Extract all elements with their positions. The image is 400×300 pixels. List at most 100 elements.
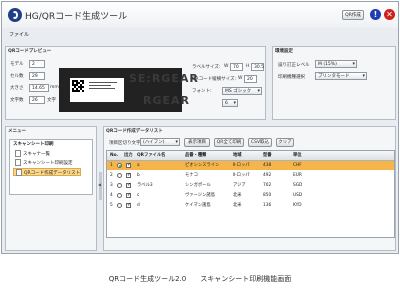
- row-item: シンガポール: [185, 183, 211, 188]
- size-unit: mm: [50, 85, 59, 90]
- chars-unit: 文字: [47, 98, 56, 103]
- output-checkbox[interactable]: [126, 181, 131, 190]
- col-no[interactable]: No.: [110, 151, 118, 160]
- col-filename[interactable]: QRファイル名: [137, 151, 165, 160]
- delimiter-dropdown[interactable]: (ハイフン): [140, 138, 180, 146]
- col-model[interactable]: 型番: [263, 151, 272, 160]
- row-item: ケイマン諸島: [185, 203, 211, 208]
- display-items-button[interactable]: 表示項目: [184, 138, 210, 147]
- size-label: 大きさ: [10, 86, 24, 91]
- table-row[interactable]: 1 a ピオシンスライン Ⅱ-ロッパ 438 CHF: [107, 161, 394, 170]
- close-icon[interactable]: ✕: [384, 9, 395, 20]
- row-unit: CHF: [293, 163, 302, 168]
- environment-title: 環境設定: [275, 49, 293, 54]
- qr-preview-title: QRコードプレビュー: [8, 49, 52, 54]
- document-icon: [15, 159, 21, 166]
- title-bar: HG/QRコード生成ツール QR作成 ! ✕: [2, 2, 398, 28]
- app-title: HG/QRコード生成ツール: [25, 12, 128, 22]
- size-field[interactable]: 14.65: [29, 84, 49, 92]
- ecc-label: 誤り訂正レベル: [278, 63, 310, 68]
- row-select-radio[interactable]: [117, 173, 122, 178]
- info-icon[interactable]: !: [370, 9, 381, 20]
- row-no: 5: [110, 203, 113, 208]
- cell-count-label: セル数: [10, 74, 24, 79]
- row-unit: EUR: [293, 173, 302, 178]
- qr-data-list-title: QRコード作成データリスト: [106, 129, 163, 134]
- cell-count-field[interactable]: 29: [29, 72, 45, 80]
- menu-item-print-settings[interactable]: スキャンシート印刷設定: [15, 159, 73, 167]
- clear-button[interactable]: クリア: [276, 138, 294, 147]
- col-unit[interactable]: 単位: [293, 151, 302, 160]
- qr-size-field[interactable]: 20: [244, 75, 257, 83]
- model-field[interactable]: 2: [29, 60, 45, 68]
- model-label: モデル: [10, 62, 24, 67]
- print-mode-dropdown[interactable]: プリンタモード: [315, 72, 367, 80]
- row-filename: c: [137, 193, 140, 198]
- menu-item-scanner-list[interactable]: スキャナ一覧: [15, 150, 50, 158]
- qr-size-label: QRコード縦横サイズ:: [192, 77, 237, 82]
- table-row[interactable]: 5 d ケイマン諸島 北米 136 KYD: [107, 201, 394, 210]
- menu-file[interactable]: ファイル: [9, 31, 29, 38]
- qr-size-prefix: W: [238, 76, 243, 81]
- preview-ghost-text-2: RGEAR: [143, 94, 190, 107]
- output-checkbox[interactable]: [126, 201, 131, 210]
- row-select-radio[interactable]: [117, 183, 122, 188]
- font-dropdown[interactable]: MS ゴシック: [222, 87, 262, 95]
- menu-list: スキャンシート印刷 スキャナ一覧 スキャンシート印刷設定 QRコード作成データリ…: [9, 139, 93, 195]
- label-size-label: ラベルサイズ:: [192, 65, 221, 70]
- label-w-prefix: W: [224, 64, 229, 69]
- row-item: モナコ: [185, 173, 198, 178]
- row-region: Ⅱ-ロッパ: [233, 173, 250, 178]
- col-item[interactable]: 品番・種類: [185, 151, 206, 160]
- row-model: 702: [263, 183, 272, 188]
- row-no: 1: [110, 163, 113, 168]
- chars-label: 文字数: [10, 98, 24, 103]
- row-region: Ⅱ-ロッパ: [233, 163, 250, 168]
- row-unit: USD: [293, 193, 303, 198]
- row-select-radio[interactable]: [117, 163, 122, 168]
- row-region: 北米: [233, 203, 242, 208]
- label-preview: SE:RGEAR RGEAR: [59, 68, 198, 112]
- chars-field[interactable]: 26: [29, 96, 45, 104]
- font-size-dropdown[interactable]: 6: [222, 99, 238, 107]
- qr-data-table: No. 出力 QRファイル名 品番・種類 地域 型番 単位 1 a ピオシンスライン…: [106, 150, 395, 238]
- ecc-dropdown[interactable]: M (15%): [315, 60, 357, 68]
- row-no: 4: [110, 193, 113, 198]
- menu-item-qr-data-list[interactable]: QRコード作成データリスト: [13, 168, 81, 176]
- row-select-radio[interactable]: [117, 193, 122, 198]
- qr-code-image: [72, 80, 84, 92]
- row-filename: d: [137, 203, 140, 208]
- screenshot-caption: QRコード生成ツール2.0 スキャンシート印刷機能画面: [108, 275, 292, 283]
- preview-label: [70, 78, 124, 102]
- output-checkbox[interactable]: [126, 161, 131, 170]
- environment-panel: 環境設定: [272, 46, 396, 120]
- row-item: ピオシンスライン: [185, 163, 220, 168]
- table-row[interactable]: 2 b モナコ Ⅱ-ロッパ 492 EUR: [107, 171, 394, 180]
- row-select-radio[interactable]: [117, 203, 122, 208]
- row-model: 850: [263, 193, 272, 198]
- generate-qr-button[interactable]: QR作成: [342, 10, 364, 20]
- print-all-qr-button[interactable]: QR全て印刷: [214, 138, 244, 147]
- menu-panel: メニュー スキャンシート印刷 スキャナ一覧 スキャンシート印刷設定 QRコード作…: [5, 126, 97, 251]
- panel-splitter[interactable]: [98, 172, 102, 200]
- row-unit: KYD: [293, 203, 302, 208]
- output-checkbox[interactable]: [126, 191, 131, 200]
- preview-ghost-text-1: SE:RGEAR: [129, 72, 199, 85]
- output-checkbox[interactable]: [126, 171, 131, 180]
- label-width-field[interactable]: 70: [230, 63, 243, 71]
- app-window: HG/QRコード生成ツール QR作成 ! ✕ ファイル QRコードプレビュー モ…: [1, 1, 399, 254]
- row-model: 438: [263, 163, 272, 168]
- row-model: 492: [263, 173, 272, 178]
- table-header: No. 出力 QRファイル名 品番・種類 地域 型番 単位: [107, 151, 394, 161]
- col-output[interactable]: 出力: [124, 151, 133, 160]
- print-mode-label: 印刷機種選択: [278, 75, 305, 80]
- col-region[interactable]: 地域: [233, 151, 242, 160]
- menu-title: メニュー: [8, 129, 26, 134]
- table-row[interactable]: 3 ラベル3 シンガポール アジア 702 SGD: [107, 181, 394, 190]
- table-row[interactable]: 4 c ヴァージン諸島 北米 850 USD: [107, 191, 394, 200]
- menu-section-scansheet: スキャンシート印刷: [13, 142, 54, 147]
- csv-import-button[interactable]: CSV取込: [248, 138, 272, 147]
- label-height-field[interactable]: 30.5: [251, 63, 264, 71]
- row-item: ヴァージン諸島: [185, 193, 215, 198]
- document-icon: [15, 150, 21, 157]
